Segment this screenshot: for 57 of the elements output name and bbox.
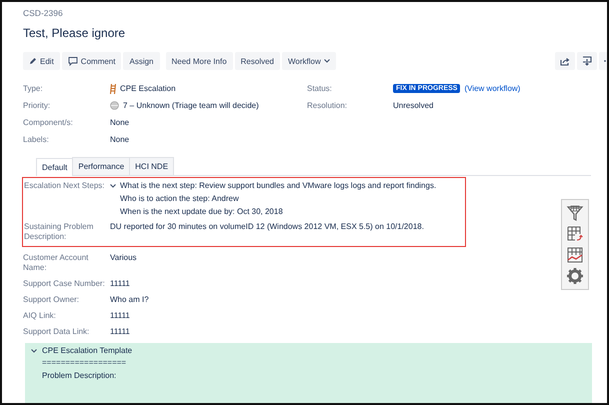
field-value: CPE Escalation bbox=[120, 84, 176, 93]
toolbar-button[interactable]: Resolved bbox=[234, 52, 280, 70]
field-label: Labels: bbox=[23, 135, 50, 144]
field-label: Type: bbox=[23, 84, 44, 93]
table-chart-icon[interactable] bbox=[566, 246, 584, 264]
field-label: Status: bbox=[307, 84, 333, 93]
field-value: Unresolved bbox=[393, 101, 434, 110]
table-arrow-icon[interactable] bbox=[566, 225, 584, 243]
field-label: Priority: bbox=[23, 101, 52, 110]
pencil-icon bbox=[29, 57, 37, 65]
field-label: Customer Account Name: bbox=[23, 253, 90, 273]
issue-title: Test, Please ignore bbox=[23, 26, 126, 42]
toolbar-button[interactable]: Assign bbox=[123, 52, 160, 70]
template-title: CPE Escalation Template bbox=[42, 346, 132, 355]
caret-icon bbox=[324, 59, 330, 63]
field-value: 7 – Unknown (Triage team will decide) bbox=[123, 101, 259, 110]
table-funnel-icon[interactable] bbox=[566, 204, 584, 222]
field-value: What is the next step: Review support bundles and VMware logs logs and report findings. bbox=[120, 181, 436, 191]
ladder-icon bbox=[110, 84, 116, 94]
field-value: 11111 bbox=[110, 311, 130, 321]
chevron-icon[interactable] bbox=[31, 348, 37, 352]
field-value: 11111 bbox=[110, 327, 130, 337]
field-value: DU reported for 30 minutes on volumeID 12 (Windows 2012 VM, ESX 5.5) on 10/1/2018. bbox=[110, 222, 424, 232]
field-label: AIQ Link: bbox=[23, 311, 57, 321]
field-value: When is the next update due by: Oct 30, 2018 bbox=[120, 207, 284, 217]
field-value: 11111 bbox=[110, 279, 130, 289]
tab[interactable]: Performance bbox=[72, 157, 130, 175]
issue-key[interactable]: CSD-2396 bbox=[23, 8, 607, 20]
field-label: Sustaining Problem Description: bbox=[24, 222, 94, 242]
toolbar-button[interactable]: Need More Info bbox=[166, 52, 233, 70]
toolbar-button[interactable]: Workflow bbox=[282, 52, 336, 70]
field-label: Support Owner: bbox=[23, 295, 80, 305]
field-label: Component/s: bbox=[23, 118, 74, 127]
priority-circle-icon bbox=[110, 101, 119, 110]
tab[interactable]: Default bbox=[36, 158, 74, 176]
field-value: Who am I? bbox=[110, 295, 149, 305]
field-value: Various bbox=[110, 253, 137, 263]
export-button[interactable] bbox=[577, 52, 597, 70]
view-workflow-link[interactable]: (View workflow) bbox=[464, 84, 520, 93]
gear-icon[interactable] bbox=[566, 267, 584, 285]
toolbar-button[interactable]: Comment bbox=[62, 52, 122, 70]
field-value: None bbox=[110, 118, 130, 127]
field-label: Resolution: bbox=[307, 101, 348, 110]
field-label: Support Data Link: bbox=[23, 327, 90, 337]
template-line: Problem Description: bbox=[41, 371, 118, 381]
template-line: ================== bbox=[41, 358, 128, 368]
tab[interactable]: HCI NDE bbox=[129, 157, 174, 175]
share-button[interactable] bbox=[555, 52, 575, 70]
field-value: Who is to action the step: Andrew bbox=[120, 194, 240, 204]
download-icon bbox=[582, 56, 592, 66]
share-icon bbox=[560, 56, 570, 66]
toolbar-button[interactable]: Edit bbox=[23, 52, 60, 70]
field-label: Escalation Next Steps: bbox=[24, 181, 106, 192]
speech-bubble-icon bbox=[68, 56, 78, 66]
field-value: None bbox=[110, 135, 130, 144]
field-label: Support Case Number: bbox=[23, 279, 106, 289]
chevron-icon[interactable] bbox=[110, 184, 116, 188]
